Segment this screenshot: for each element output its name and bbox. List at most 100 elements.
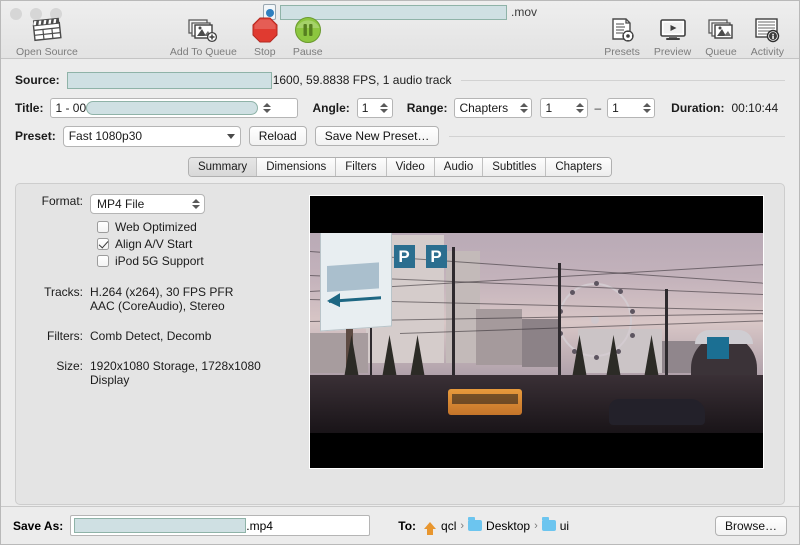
tracks-video: H.264 (x264), 30 FPS PFR bbox=[90, 285, 234, 299]
browse-button[interactable]: Browse… bbox=[714, 515, 787, 536]
title-stepper[interactable] bbox=[261, 99, 272, 117]
chevron-down-icon bbox=[575, 109, 584, 113]
preview-image[interactable]: P P bbox=[308, 195, 764, 469]
format-row: Format: MP4 File bbox=[24, 194, 288, 214]
title-label: Title: bbox=[15, 101, 44, 115]
to-label: To: bbox=[398, 518, 417, 533]
settings-area: Source: 1600, 59.8838 FPS, 1 audio track… bbox=[1, 59, 799, 148]
duration-value: 00:10:44 bbox=[731, 101, 779, 115]
chevron-up-icon bbox=[380, 103, 389, 107]
toolbar-queue[interactable]: Queue bbox=[698, 15, 744, 58]
save-as-input[interactable]: .mp4 bbox=[70, 515, 371, 536]
reload-button[interactable]: Reload bbox=[248, 126, 307, 146]
tab-subtitles[interactable]: Subtitles bbox=[483, 158, 547, 176]
save-as-suffix: .mp4 bbox=[246, 518, 273, 533]
checkbox-box bbox=[97, 221, 109, 233]
save-new-preset-button[interactable]: Save New Preset… bbox=[314, 126, 440, 146]
checkbox-web-optimized[interactable]: Web Optimized bbox=[97, 220, 288, 234]
range-type-value: Chapters bbox=[459, 101, 509, 115]
range-end-select[interactable]: 1 bbox=[607, 98, 656, 118]
sign-text-redacted bbox=[326, 262, 379, 293]
range-dash: – bbox=[594, 101, 602, 115]
title-select-value: 1 - 00 bbox=[55, 101, 87, 115]
clapperboard-icon bbox=[31, 15, 63, 45]
toolbar-presets-label: Presets bbox=[604, 46, 640, 58]
title-row: Title: 1 - 00 Angle: 1 Range: Chapters 1… bbox=[15, 96, 785, 120]
handbrake-window: .mov Open Source Add To Queue Stop Pause… bbox=[0, 0, 800, 545]
toolbar-preview[interactable]: Preview bbox=[647, 15, 698, 58]
format-options: Web Optimized Align A/V Start iPod 5G Su… bbox=[97, 220, 288, 268]
range-start-select[interactable]: 1 bbox=[540, 98, 589, 118]
breadcrumb-item-qcl[interactable]: qcl bbox=[441, 519, 456, 533]
tab-audio[interactable]: Audio bbox=[434, 158, 484, 176]
parking-letter-1: P bbox=[393, 245, 415, 268]
format-stepper[interactable] bbox=[190, 195, 201, 213]
angle-select[interactable]: 1 bbox=[356, 98, 393, 118]
car bbox=[608, 399, 705, 425]
source-label: Source: bbox=[15, 73, 60, 87]
billboard bbox=[706, 337, 729, 359]
toolbar-presets[interactable]: Presets bbox=[597, 15, 647, 58]
toolbar-activity[interactable]: Activity bbox=[744, 15, 791, 58]
toolbar-add-to-queue[interactable]: Add To Queue bbox=[163, 15, 244, 58]
chevron-down-icon bbox=[519, 109, 528, 113]
chevron-down-icon bbox=[191, 205, 200, 209]
left-arrow-icon bbox=[328, 296, 381, 303]
breadcrumb-item-ui[interactable]: ui bbox=[560, 519, 569, 533]
save-as-label: Save As: bbox=[13, 518, 64, 533]
filters-row: Filters: Comb Detect, Decomb bbox=[24, 329, 288, 343]
toolbar-stop-label: Stop bbox=[254, 46, 276, 58]
title-select[interactable]: 1 - 00 bbox=[50, 98, 299, 118]
range-type-stepper[interactable] bbox=[518, 99, 529, 117]
toolbar-open-source[interactable]: Open Source bbox=[9, 15, 85, 58]
tab-dimensions[interactable]: Dimensions bbox=[257, 158, 337, 176]
summary-details: Format: MP4 File Web Optimized Align A/V… bbox=[16, 194, 288, 504]
toolbar-preview-label: Preview bbox=[653, 46, 692, 58]
chevron-up-icon bbox=[575, 103, 584, 107]
range-label: Range: bbox=[406, 101, 448, 115]
angle-stepper[interactable] bbox=[379, 99, 390, 117]
tram bbox=[447, 389, 522, 415]
checkbox-align-av-start[interactable]: Align A/V Start bbox=[97, 237, 288, 251]
checkbox-box bbox=[97, 255, 109, 267]
breadcrumb-separator: › bbox=[534, 519, 538, 532]
tracks-audio: AAC (CoreAudio), Stereo bbox=[90, 299, 225, 313]
activity-log-icon bbox=[754, 15, 780, 45]
tab-summary[interactable]: Summary bbox=[188, 158, 258, 176]
toolbar-pause-label: Pause bbox=[292, 46, 323, 58]
preview-scene: P P bbox=[309, 233, 763, 433]
chevron-down-icon bbox=[380, 109, 389, 113]
chevron-up-icon bbox=[262, 103, 271, 107]
queue-stack-icon bbox=[707, 15, 735, 45]
size-label: Size: bbox=[56, 359, 83, 373]
toolbar-stop[interactable]: Stop bbox=[244, 15, 286, 58]
range-end-value: 1 bbox=[612, 101, 619, 115]
tab-chapters[interactable]: Chapters bbox=[546, 158, 611, 176]
angle-value: 1 bbox=[361, 101, 369, 115]
source-path-redacted bbox=[66, 71, 272, 89]
tracks-label: Tracks: bbox=[44, 285, 83, 299]
checkbox-ipod-5g-support[interactable]: iPod 5G Support bbox=[97, 254, 288, 268]
preset-value: Fast 1080p30 bbox=[68, 129, 143, 143]
checkbox-box-checked bbox=[97, 238, 109, 250]
format-label: Format: bbox=[41, 194, 83, 208]
toolbar: Open Source Add To Queue Stop Pause Pres… bbox=[1, 15, 799, 59]
tracks-row: Tracks: H.264 (x264), 30 FPS PFR AAC (Co… bbox=[24, 285, 288, 313]
tab-video[interactable]: Video bbox=[386, 158, 435, 176]
destination-breadcrumb[interactable]: qcl › Desktop › ui bbox=[424, 517, 569, 535]
format-select[interactable]: MP4 File bbox=[90, 194, 205, 214]
chevron-up-icon bbox=[519, 103, 528, 107]
toolbar-open-source-label: Open Source bbox=[16, 46, 78, 58]
range-type-select[interactable]: Chapters bbox=[454, 98, 533, 118]
source-info: 1600, 59.8838 FPS, 1 audio track bbox=[272, 73, 452, 87]
parking-letter-2: P bbox=[425, 245, 447, 268]
breadcrumb-item-desktop[interactable]: Desktop bbox=[486, 519, 530, 533]
preset-select[interactable]: Fast 1080p30 bbox=[62, 125, 241, 147]
range-end-stepper[interactable] bbox=[641, 99, 652, 117]
source-divider bbox=[461, 79, 785, 81]
presets-icon bbox=[609, 15, 635, 45]
tab-filters[interactable]: Filters bbox=[336, 158, 387, 176]
toolbar-pause[interactable]: Pause bbox=[286, 15, 330, 58]
preset-divider bbox=[449, 135, 785, 137]
range-start-stepper[interactable] bbox=[574, 99, 585, 117]
